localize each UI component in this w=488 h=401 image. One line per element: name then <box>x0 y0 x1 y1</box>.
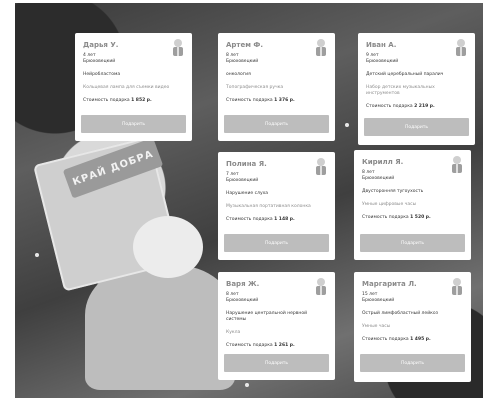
sparkle <box>245 383 249 387</box>
gift-cost: Стоимость подарка 1 852 р. <box>83 98 185 103</box>
gift-name: Умные цифровые часы <box>362 202 417 207</box>
child-card: Артем Ф. 8 лет Брюховецкий онкология Топ… <box>218 33 335 141</box>
cost-value: 1 148 р. <box>274 217 295 222</box>
cost-label: Стоимость подарка <box>362 215 409 220</box>
cost-label: Стоимость подарка <box>366 104 413 109</box>
sparkle <box>35 253 39 257</box>
child-card: Варя Ж. 8 лет Брюховецкий Нарушение цент… <box>218 272 335 380</box>
child-city: Брюховецкий <box>226 298 259 303</box>
gift-button[interactable]: Подарить <box>224 354 329 372</box>
gift-name: Топографическая ручка <box>226 85 284 90</box>
child-city: Брюховецкий <box>226 178 259 183</box>
santa-gift-icon <box>452 278 462 295</box>
child-city: Брюховецкий <box>83 59 116 64</box>
gift-name: Кольцевая лампа для съемки видео <box>83 85 170 90</box>
child-city: Брюховецкий <box>226 59 259 64</box>
gift-button[interactable]: Подарить <box>360 354 465 372</box>
cost-label: Стоимость подарка <box>226 217 273 222</box>
cost-label: Стоимость подарка <box>226 343 273 348</box>
gift-button[interactable]: Подарить <box>364 118 469 136</box>
child-diagnosis: Детский церебральный паралич <box>366 72 444 77</box>
child-diagnosis: Нарушение центральной нервной системы <box>226 311 308 322</box>
child-card: Кирилл Я. 8 лет Брюховецкий Двусторонняя… <box>354 150 471 260</box>
santa-gift-icon <box>316 39 326 56</box>
gift-name: Кукла <box>226 330 241 335</box>
santa-gift-icon <box>316 158 326 175</box>
gift-cost: Стоимость подарка 2 219 р. <box>366 104 468 109</box>
child-diagnosis: Острый лимфобластный лейкоз <box>362 311 438 316</box>
child-card: Маргарита Л. 15 лет Брюховецкий Острый л… <box>354 272 471 382</box>
child-city: Брюховецкий <box>362 176 395 181</box>
child-diagnosis: Нарушение слуха <box>226 191 269 196</box>
child-city: Брюховецкий <box>362 298 395 303</box>
gift-button[interactable]: Подарить <box>224 234 329 252</box>
gift-name: Музыкальная портативная колонка <box>226 204 311 209</box>
gift-cost: Стоимость подарка 1 520 р. <box>362 215 464 220</box>
gift-cost: Стоимость подарка 1 261 р. <box>226 343 328 348</box>
cost-value: 1 852 р. <box>131 98 152 103</box>
cost-value: 1 520 р. <box>410 215 431 220</box>
cost-value: 1 376 р. <box>274 98 295 103</box>
santa-gift-icon <box>316 278 326 295</box>
gift-cost: Стоимость подарка 1 376 р. <box>226 98 328 103</box>
gift-cost: Стоимость подарка 1 148 р. <box>226 217 328 222</box>
gift-button[interactable]: Подарить <box>360 234 465 252</box>
toy-figure-body <box>85 265 235 390</box>
santa-gift-icon <box>452 156 462 173</box>
gift-button[interactable]: Подарить <box>81 115 186 133</box>
cost-label: Стоимость подарка <box>83 98 130 103</box>
cost-value: 1 495 р. <box>410 337 431 342</box>
santa-gift-icon <box>173 39 183 56</box>
child-city: Брюховецкий <box>366 59 399 64</box>
child-diagnosis: Двусторонняя тугоухость <box>362 189 424 194</box>
sparkle <box>345 123 349 127</box>
cost-label: Стоимость подарка <box>362 337 409 342</box>
cost-label: Стоимость подарка <box>226 98 273 103</box>
child-diagnosis: Нейробластома <box>83 72 121 77</box>
gift-name: Набор детских музыкальных инструментов <box>366 85 435 96</box>
child-card: Иван А. 9 лет Брюховецкий Детский церебр… <box>358 33 475 145</box>
child-diagnosis: онкология <box>226 72 251 77</box>
santa-gift-icon <box>456 39 466 56</box>
cost-value: 2 219 р. <box>414 104 435 109</box>
child-card: Дарья У. 4 лет Брюховецкий Нейробластома… <box>75 33 192 141</box>
bird-figure <box>133 216 203 278</box>
cost-value: 1 261 р. <box>274 343 295 348</box>
gift-cost: Стоимость подарка 1 495 р. <box>362 337 464 342</box>
gift-button[interactable]: Подарить <box>224 115 329 133</box>
gift-name: Умные часы <box>362 324 391 329</box>
child-card: Полина Я. 7 лет Брюховецкий Нарушение сл… <box>218 152 335 260</box>
